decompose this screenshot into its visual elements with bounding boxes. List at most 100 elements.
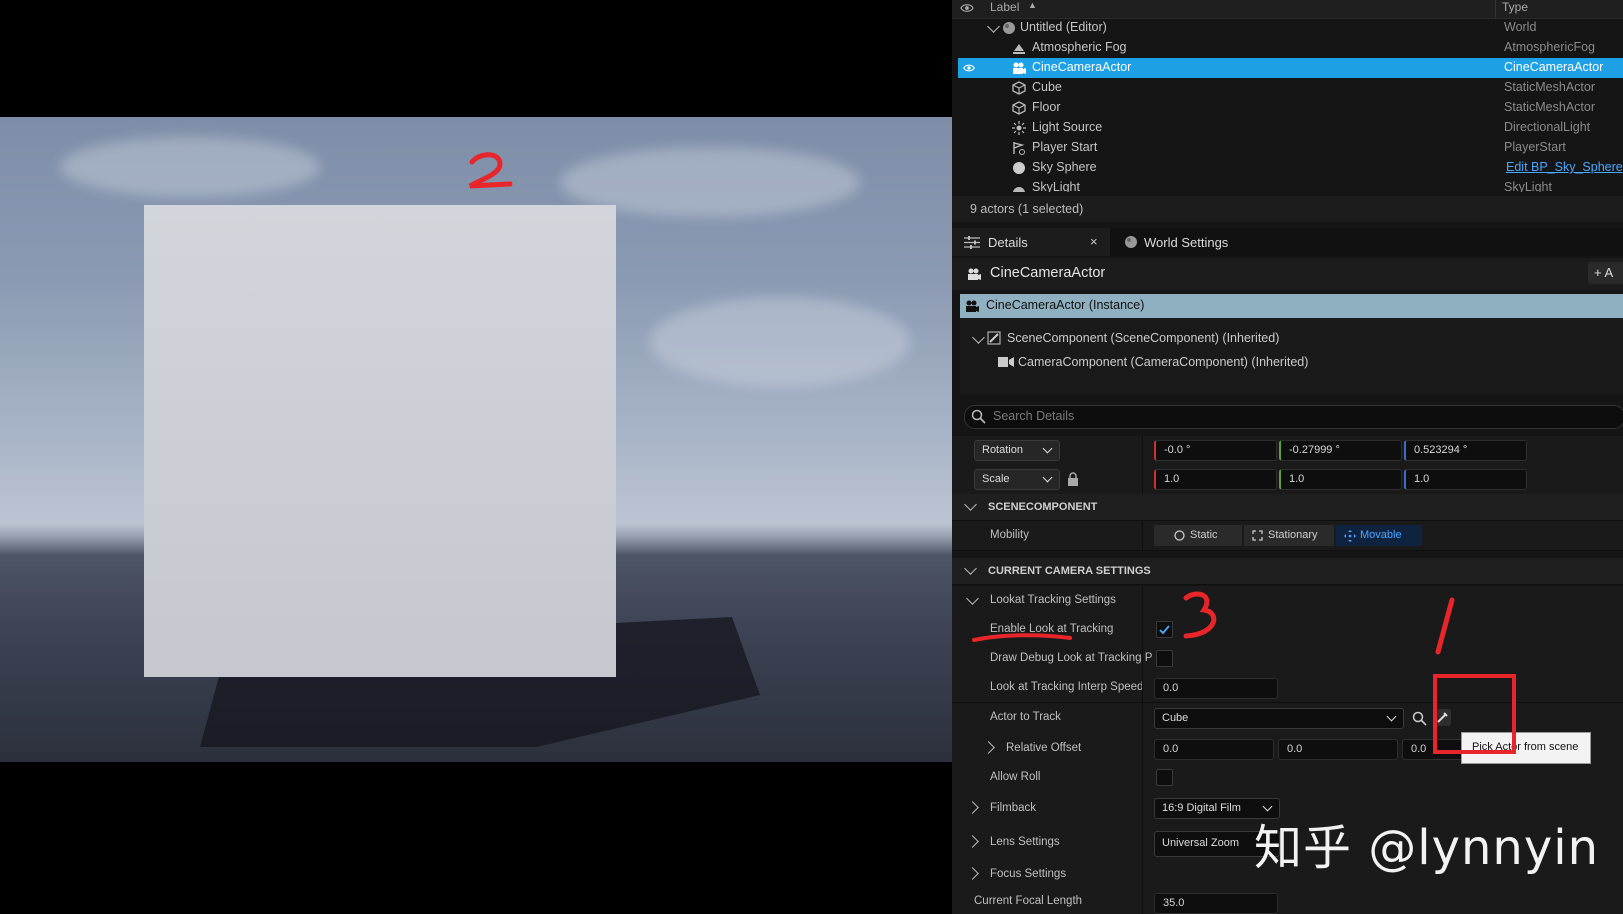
details-icon bbox=[964, 236, 980, 249]
offset-y-field[interactable]: 0.0 bbox=[1278, 739, 1398, 760]
mobility-stationary-label: Stationary bbox=[1268, 529, 1318, 541]
add-component-button[interactable]: + A bbox=[1588, 262, 1623, 284]
editor-side-panel: Label ▲ Type Untitled (Editor) World Atm… bbox=[952, 0, 1623, 914]
offset-x-value: 0.0 bbox=[1163, 743, 1179, 755]
outliner-row-cinecameraactor[interactable]: CineCameraActor CineCameraActor bbox=[958, 58, 1623, 78]
column-type-header[interactable]: Type bbox=[1502, 0, 1528, 14]
component-scene-label: SceneComponent (SceneComponent) (Inherit… bbox=[1007, 331, 1280, 345]
outliner-row-world[interactable]: Untitled (Editor) World bbox=[958, 18, 1623, 38]
rotation-label: Rotation bbox=[982, 444, 1023, 456]
column-divider bbox=[1142, 763, 1143, 792]
camera-icon bbox=[968, 268, 981, 280]
actor-to-track-dropdown[interactable]: Cube bbox=[1154, 708, 1404, 729]
outliner-row-floor[interactable]: Floor StaticMeshActor bbox=[958, 98, 1623, 118]
offset-x-field[interactable]: 0.0 bbox=[1154, 739, 1274, 760]
rotation-y-value: -0.27999 ° bbox=[1289, 444, 1340, 456]
mobility-stationary-button[interactable]: Stationary bbox=[1244, 525, 1334, 546]
chevron-down-icon[interactable] bbox=[987, 20, 1000, 33]
rotation-dropdown[interactable]: Rotation bbox=[974, 440, 1060, 461]
outliner-row-skylight[interactable]: SkyLight SkyLight bbox=[958, 178, 1623, 192]
scene-component-icon bbox=[987, 331, 1001, 345]
lock-icon[interactable] bbox=[1067, 472, 1079, 486]
outliner-label: SkyLight bbox=[1032, 180, 1080, 192]
scale-dropdown[interactable]: Scale bbox=[974, 469, 1060, 490]
column-divider bbox=[1495, 0, 1496, 18]
lens-value: Universal Zoom bbox=[1162, 837, 1240, 849]
chevron-down-icon[interactable] bbox=[964, 498, 977, 511]
search-icon[interactable] bbox=[1412, 711, 1427, 726]
search-icon bbox=[971, 409, 986, 424]
mobility-row: Mobility Static Stationary Movable bbox=[952, 521, 1623, 551]
outliner-type: StaticMeshActor bbox=[1504, 100, 1596, 114]
allow-roll-label: Allow Roll bbox=[990, 771, 1041, 783]
column-divider bbox=[1142, 436, 1143, 465]
outliner-row-light-source[interactable]: Light Source DirectionalLight bbox=[958, 118, 1623, 138]
enable-lookat-checkbox[interactable] bbox=[1156, 621, 1173, 638]
outliner-row-sky-sphere[interactable]: Sky Sphere Edit BP_Sky_Sphere bbox=[958, 158, 1623, 178]
annotation-two bbox=[468, 152, 513, 189]
eye-icon[interactable] bbox=[960, 1, 974, 15]
outliner-type: SkyLight bbox=[1504, 180, 1552, 192]
column-label-header[interactable]: Label bbox=[990, 0, 1019, 14]
edit-blueprint-link[interactable]: Edit BP_Sky_Sphere bbox=[1506, 160, 1623, 174]
eye-icon[interactable] bbox=[962, 62, 976, 74]
interp-speed-field[interactable]: 0.0 bbox=[1154, 678, 1278, 699]
chevron-right-icon[interactable] bbox=[966, 801, 979, 814]
chevron-down-icon[interactable] bbox=[964, 562, 977, 575]
scale-z-field[interactable]: 1.0 bbox=[1404, 469, 1527, 490]
chevron-right-icon[interactable] bbox=[982, 741, 995, 754]
mobility-label: Mobility bbox=[990, 529, 1029, 541]
details-tab-bar: Details × World Settings bbox=[952, 228, 1623, 256]
light-icon bbox=[1012, 121, 1026, 135]
tab-world-settings[interactable]: World Settings bbox=[1118, 228, 1258, 256]
outliner-row-atmospheric-fog[interactable]: Atmospheric Fog AtmosphericFog bbox=[958, 38, 1623, 58]
world-icon bbox=[1125, 236, 1137, 248]
chevron-right-icon[interactable] bbox=[966, 867, 979, 880]
outliner-label: Atmospheric Fog bbox=[1032, 40, 1127, 54]
camera-icon bbox=[1013, 62, 1026, 74]
lens-settings-label: Lens Settings bbox=[990, 836, 1060, 848]
draw-debug-checkbox[interactable] bbox=[1156, 650, 1173, 667]
cube-mesh[interactable] bbox=[144, 205, 616, 677]
outliner-row-cube[interactable]: Cube StaticMeshActor bbox=[958, 78, 1623, 98]
section-scenecomponent[interactable]: SCENECOMPONENT bbox=[952, 494, 1623, 521]
instance-row[interactable]: CineCameraActor (Instance) bbox=[960, 294, 1623, 318]
outliner-row-player-start[interactable]: Player Start PlayerStart bbox=[958, 138, 1623, 158]
scale-x-value: 1.0 bbox=[1164, 473, 1180, 485]
scale-y-field[interactable]: 1.0 bbox=[1279, 469, 1402, 490]
skylight-icon bbox=[1013, 187, 1025, 192]
outliner-label: Player Start bbox=[1032, 140, 1098, 154]
rotation-x-value: -0.0 ° bbox=[1164, 444, 1191, 456]
details-title: CineCameraActor bbox=[990, 265, 1106, 281]
chevron-right-icon[interactable] bbox=[966, 835, 979, 848]
search-details-input[interactable]: Search Details bbox=[964, 405, 1623, 429]
tab-details[interactable]: Details × bbox=[952, 228, 1110, 256]
rotation-z-field[interactable]: 0.523294 ° bbox=[1404, 440, 1527, 461]
mobility-movable-label: Movable bbox=[1360, 529, 1402, 541]
actor-to-track-value: Cube bbox=[1162, 712, 1189, 724]
rotation-x-field[interactable]: -0.0 ° bbox=[1154, 440, 1277, 461]
cube-icon bbox=[1012, 81, 1026, 95]
rotation-y-field[interactable]: -0.27999 ° bbox=[1279, 440, 1402, 461]
outliner-label: Floor bbox=[1032, 100, 1061, 114]
column-divider bbox=[1142, 615, 1143, 644]
outliner-header: Label ▲ Type bbox=[952, 0, 1623, 19]
outliner-label: Light Source bbox=[1032, 120, 1103, 134]
allow-roll-checkbox[interactable] bbox=[1156, 769, 1173, 786]
annotation-three bbox=[1183, 591, 1217, 639]
focal-length-field[interactable]: 35.0 bbox=[1154, 893, 1278, 914]
scene-render[interactable] bbox=[0, 117, 952, 762]
player-start-icon bbox=[1013, 142, 1025, 155]
scale-x-field[interactable]: 1.0 bbox=[1154, 469, 1277, 490]
filmback-label: Filmback bbox=[990, 802, 1037, 814]
column-divider bbox=[1142, 734, 1143, 763]
close-icon[interactable]: × bbox=[1090, 234, 1098, 249]
mobility-movable-button[interactable]: Movable bbox=[1336, 525, 1422, 546]
section-current-camera-settings[interactable]: CURRENT CAMERA SETTINGS bbox=[952, 558, 1623, 585]
scale-z-value: 1.0 bbox=[1414, 473, 1430, 485]
filmback-value: 16:9 Digital Film bbox=[1162, 802, 1241, 814]
level-viewport[interactable] bbox=[0, 0, 952, 914]
mobility-static-button[interactable]: Static bbox=[1154, 525, 1242, 546]
tab-world-settings-label: World Settings bbox=[1144, 235, 1229, 250]
add-component-label: + A bbox=[1594, 265, 1614, 280]
